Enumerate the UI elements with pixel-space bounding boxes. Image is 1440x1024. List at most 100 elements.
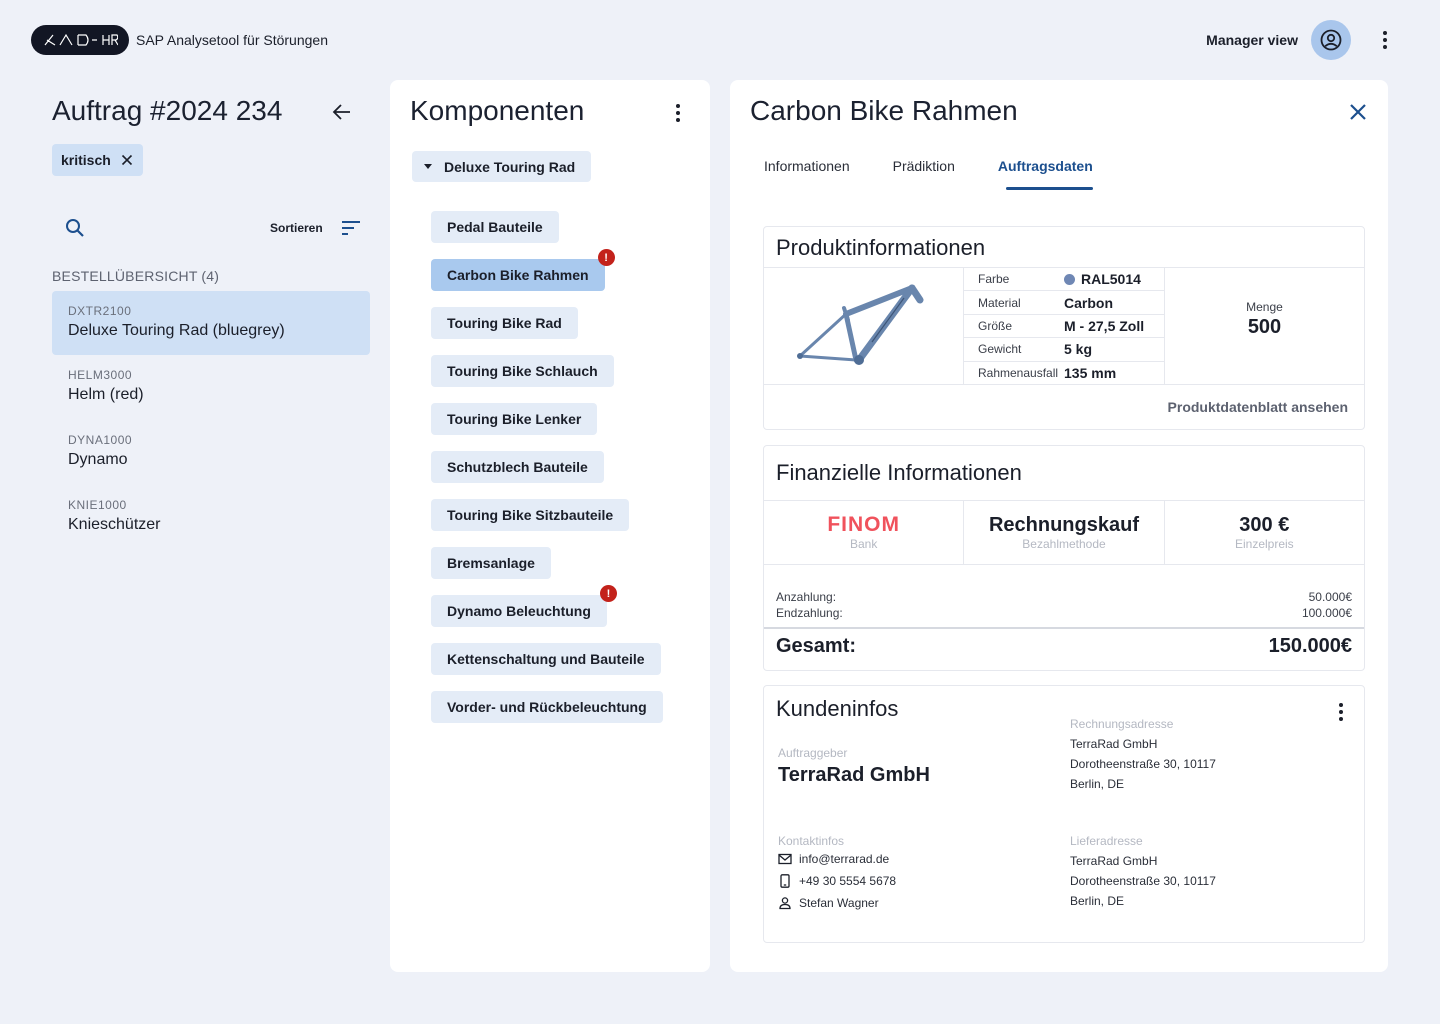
back-button[interactable] — [330, 100, 354, 124]
more-menu-button[interactable] — [1375, 28, 1395, 52]
order-item-name: Knieschützer — [68, 516, 161, 533]
down-payment-label: Anzahlung: — [776, 590, 837, 604]
product-info-title: Produktinformationen — [776, 235, 986, 260]
component-item-touring-bike-sitzbauteile[interactable]: Touring Bike Sitzbauteile — [431, 499, 630, 531]
component-item-touring-bike-rad[interactable]: Touring Bike Rad — [431, 307, 578, 339]
shipping-line: Dorotheenstraße 30, 10117 — [1070, 874, 1216, 888]
order-list-item[interactable]: DYNA1000 Dynamo — [52, 420, 370, 485]
payment-method-label: Bezahlmethode — [1022, 537, 1106, 551]
active-tab-indicator — [1006, 187, 1093, 190]
order-list-item[interactable]: KNIE1000 Knieschützer — [52, 485, 370, 550]
caret-down-icon — [424, 164, 432, 169]
component-item-dynamo-beleuchtung[interactable]: Dynamo Beleuchtung! — [431, 585, 617, 627]
customer-info-title: Kundeninfos — [776, 696, 899, 721]
sort-icon — [342, 221, 360, 235]
customer-more-button[interactable] — [1336, 701, 1346, 723]
filter-chip-kritisch[interactable]: kritisch — [52, 144, 143, 176]
tab-informationen[interactable]: Informationen — [764, 158, 850, 174]
client-name: TerraRad GmbH — [778, 764, 930, 786]
datasheet-link[interactable]: Produktdatenblatt ansehen — [1168, 399, 1348, 415]
bank-label: Bank — [849, 537, 878, 551]
attribute-row-groesse: Größe M - 27,5 Zoll — [964, 315, 1164, 339]
order-list-item[interactable]: DXTR2100 Deluxe Touring Rad (bluegrey) — [52, 291, 370, 355]
component-item-beleuchtung[interactable]: Vorder- und Rückbeleuchtung — [431, 691, 663, 723]
arrow-back-icon — [332, 104, 350, 120]
quantity-label: Menge — [1246, 300, 1283, 314]
attribute-row-rahmenausfall: Rahmenausfall 135 mm — [964, 362, 1164, 385]
components-more-button[interactable] — [672, 102, 684, 124]
bank-cell: FINOM Bank — [764, 501, 965, 564]
shipping-line: TerraRad GmbH — [1070, 854, 1158, 868]
unit-price-cell: 300 € Einzelpreis — [1165, 501, 1364, 564]
mail-icon — [778, 853, 792, 865]
more-vert-icon — [1339, 703, 1343, 721]
kadir-logo — [31, 25, 129, 55]
component-item-touring-bike-schlauch[interactable]: Touring Bike Schlauch — [431, 355, 614, 387]
attribute-value: 135 mm — [1064, 365, 1117, 382]
account-circle-icon — [1320, 29, 1342, 51]
contact-info-label: Kontaktinfos — [778, 834, 845, 848]
customer-info-card: Kundeninfos Auftraggeber TerraRad GmbH R… — [763, 685, 1365, 943]
final-payment-row: Endzahlung: 100.000€ — [776, 605, 1352, 621]
billing-address-label: Rechnungsadresse — [1070, 717, 1174, 731]
order-item-code: KNIE1000 — [68, 498, 127, 512]
component-item-touring-bike-lenker[interactable]: Touring Bike Lenker — [431, 403, 598, 435]
phone-text: +49 30 5554 5678 — [799, 874, 897, 888]
total-value: 150.000€ — [1268, 635, 1352, 657]
product-info-card: Produktinformationen Farbe RAL5014 Mater… — [763, 226, 1365, 430]
down-payment-value: 50.000€ — [1308, 590, 1352, 604]
billing-line: Berlin, DE — [1070, 777, 1125, 791]
total-row: Gesamt: 150.000€ — [776, 635, 1352, 658]
component-label: Dynamo Beleuchtung — [447, 603, 591, 619]
finance-grid: FINOM Bank Rechnungskauf Bezahlmethode 3… — [764, 500, 1364, 565]
shipping-address: TerraRad GmbH Dorotheenstraße 30, 10117 … — [1070, 851, 1216, 911]
component-label: Vorder- und Rückbeleuchtung — [447, 699, 647, 715]
payment-method-cell: Rechnungskauf Bezahlmethode — [964, 501, 1165, 564]
billing-line: TerraRad GmbH — [1070, 737, 1158, 751]
down-payment-row: Anzahlung: 50.000€ — [776, 589, 1352, 605]
quantity-value: 500 — [1247, 316, 1282, 338]
contact-email[interactable]: info@terrarad.de — [778, 852, 889, 866]
attribute-value: 5 kg — [1064, 341, 1093, 358]
search-button[interactable] — [64, 217, 86, 239]
sort-button[interactable]: Sortieren — [270, 221, 323, 235]
component-label: Bremsanlage — [447, 555, 535, 571]
component-item-pedal-bauteile[interactable]: Pedal Bauteile — [431, 211, 559, 243]
component-root-toggle[interactable]: Deluxe Touring Rad — [412, 151, 592, 182]
order-item-name: Deluxe Touring Rad (bluegrey) — [68, 322, 285, 339]
email-text: info@terrarad.de — [799, 852, 890, 866]
account-avatar[interactable] — [1311, 20, 1351, 60]
attribute-value: M - 27,5 Zoll — [1064, 317, 1145, 334]
component-item-kettenschaltung[interactable]: Kettenschaltung und Bauteile — [431, 643, 661, 675]
order-item-name: Helm (red) — [68, 386, 144, 403]
tab-auftragsdaten[interactable]: Auftragsdaten — [998, 158, 1093, 174]
final-payment-label: Endzahlung: — [776, 606, 843, 620]
phone-icon — [780, 874, 790, 888]
order-item-code: DXTR2100 — [68, 304, 132, 318]
product-info-grid: Farbe RAL5014 Material Carbon Größe M - … — [764, 267, 1364, 385]
client-label: Auftraggeber — [778, 746, 848, 760]
payment-breakdown: Anzahlung: 50.000€ Endzahlung: 100.000€ — [776, 589, 1352, 621]
filter-chip-label: kritisch — [61, 152, 111, 168]
color-value: RAL5014 — [1081, 271, 1141, 288]
tab-praediktion[interactable]: Prädiktion — [893, 158, 955, 174]
component-item-bremsanlage[interactable]: Bremsanlage — [431, 547, 551, 579]
alert-badge: ! — [597, 249, 615, 266]
unit-price-label: Einzelpreis — [1234, 537, 1294, 551]
component-label: Touring Bike Rad — [447, 315, 562, 331]
app-title: SAP Analysetool für Störungen — [136, 32, 328, 48]
order-list-item[interactable]: HELM3000 Helm (red) — [52, 355, 370, 420]
attribute-label: Material — [978, 295, 1021, 310]
quantity-box: Menge 500 — [1165, 268, 1364, 385]
sort-toggle[interactable] — [340, 219, 362, 237]
close-detail-button[interactable] — [1348, 102, 1368, 122]
contact-phone[interactable]: +49 30 5554 5678 — [778, 874, 896, 888]
components-title: Komponenten — [410, 95, 585, 126]
manager-view-label[interactable]: Manager view — [1206, 32, 1298, 48]
component-item-schutzblech-bauteile[interactable]: Schutzblech Bauteile — [431, 451, 604, 483]
attribute-value: Carbon — [1064, 294, 1113, 311]
component-item-carbon-bike-rahmen[interactable]: Carbon Bike Rahmen! — [431, 249, 615, 291]
close-icon[interactable] — [121, 154, 133, 166]
person-icon — [779, 897, 791, 910]
payment-method-value: Rechnungskauf — [988, 514, 1139, 536]
